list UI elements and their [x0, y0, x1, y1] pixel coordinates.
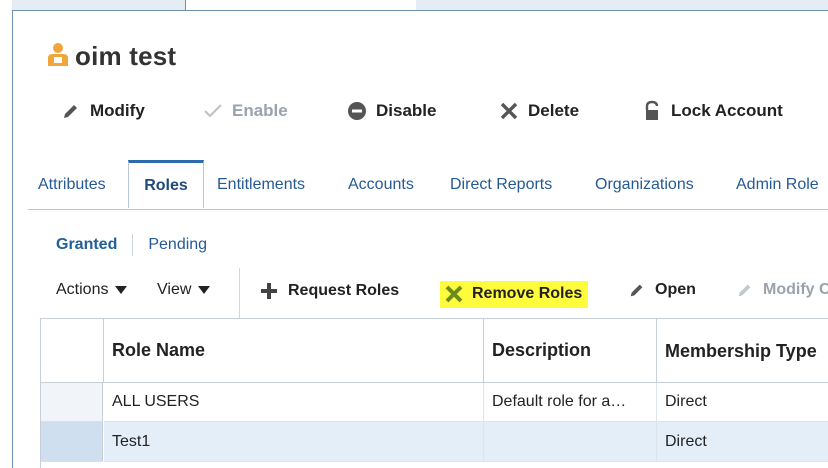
disable-button[interactable]: Disable	[346, 100, 436, 122]
request-roles-label: Request Roles	[288, 282, 400, 299]
enable-label: Enable	[232, 101, 288, 120]
column-header-membership-type[interactable]: Membership Type	[657, 319, 828, 383]
user-name: oim test	[75, 41, 177, 71]
row-selector[interactable]	[41, 422, 103, 462]
view-menu-label: View	[157, 281, 192, 298]
table-cell-role-name[interactable]: Test1	[104, 422, 484, 462]
column-header-description[interactable]: Description	[484, 319, 657, 383]
role-subtabs: Granted Pending	[56, 234, 207, 256]
modify-label: Modify	[90, 101, 145, 120]
column-header-role-name[interactable]: Role Name	[104, 319, 484, 383]
delete-button[interactable]: Delete	[498, 100, 579, 122]
pencil-icon	[60, 100, 82, 122]
tab-accounts[interactable]: Accounts	[348, 176, 414, 194]
open-button[interactable]: Open	[628, 281, 696, 299]
remove-roles-highlight: Remove Roles	[440, 281, 589, 308]
tab-roles[interactable]: Roles	[128, 160, 204, 208]
minus-circle-icon	[346, 100, 368, 122]
enable-button[interactable]: Enable	[202, 100, 288, 122]
user-action-bar: Modify Enable Disable Delete Lock Accoun…	[0, 100, 828, 124]
table-cell-description: Default role for a…	[484, 383, 657, 422]
tab-attributes[interactable]: Attributes	[38, 176, 106, 194]
plus-icon	[259, 281, 279, 301]
chevron-down-icon	[198, 286, 211, 294]
tab-organizations[interactable]: Organizations	[595, 176, 694, 194]
open-label: Open	[655, 281, 696, 298]
pencil-icon	[736, 281, 754, 299]
modify-role-button[interactable]: Modify C	[736, 281, 828, 299]
lock-account-label: Lock Account	[671, 101, 783, 120]
modify-role-label: Modify C	[763, 281, 828, 298]
checkmark-icon	[202, 100, 224, 122]
subtab-divider	[132, 234, 134, 256]
actions-menu-label: Actions	[56, 281, 109, 298]
table-cell-membership-type: Direct	[657, 383, 828, 422]
remove-x-icon	[444, 284, 464, 304]
view-menu[interactable]: View	[157, 281, 211, 299]
tab-entitlements[interactable]: Entitlements	[217, 176, 305, 194]
modify-button[interactable]: Modify	[60, 100, 145, 122]
lock-icon	[641, 100, 663, 122]
tab-admin-role[interactable]: Admin Role	[736, 176, 828, 194]
x-icon	[498, 100, 520, 122]
remove-roles-label: Remove Roles	[472, 285, 583, 302]
table-cell-membership-type: Direct	[657, 422, 828, 462]
chevron-down-icon	[115, 286, 128, 294]
user-header: oim test	[47, 41, 176, 72]
disable-label: Disable	[376, 101, 437, 120]
request-roles-button[interactable]: Request Roles	[259, 281, 399, 301]
remove-roles-button[interactable]: Remove Roles	[440, 281, 589, 308]
row-selector[interactable]	[41, 383, 103, 422]
table-cell-description	[484, 422, 657, 462]
actions-menu[interactable]: Actions	[56, 281, 128, 299]
subtab-pending[interactable]: Pending	[148, 236, 207, 254]
roles-toolbar: Actions View Request Roles Remove Roles …	[0, 281, 828, 308]
roles-table: Role Name Description Membership Type AL…	[40, 318, 828, 468]
selector-column-header	[41, 319, 104, 383]
user-icon	[47, 41, 69, 72]
table-cell-role-name[interactable]: ALL USERS	[104, 383, 484, 422]
subtab-granted[interactable]: Granted	[56, 236, 117, 254]
detail-tabs: Attributes Roles Entitlements Accounts D…	[28, 160, 828, 210]
tab-direct-reports[interactable]: Direct Reports	[450, 176, 552, 194]
pencil-icon	[628, 281, 646, 299]
lock-account-button[interactable]: Lock Account	[641, 100, 783, 122]
delete-label: Delete	[528, 101, 580, 120]
